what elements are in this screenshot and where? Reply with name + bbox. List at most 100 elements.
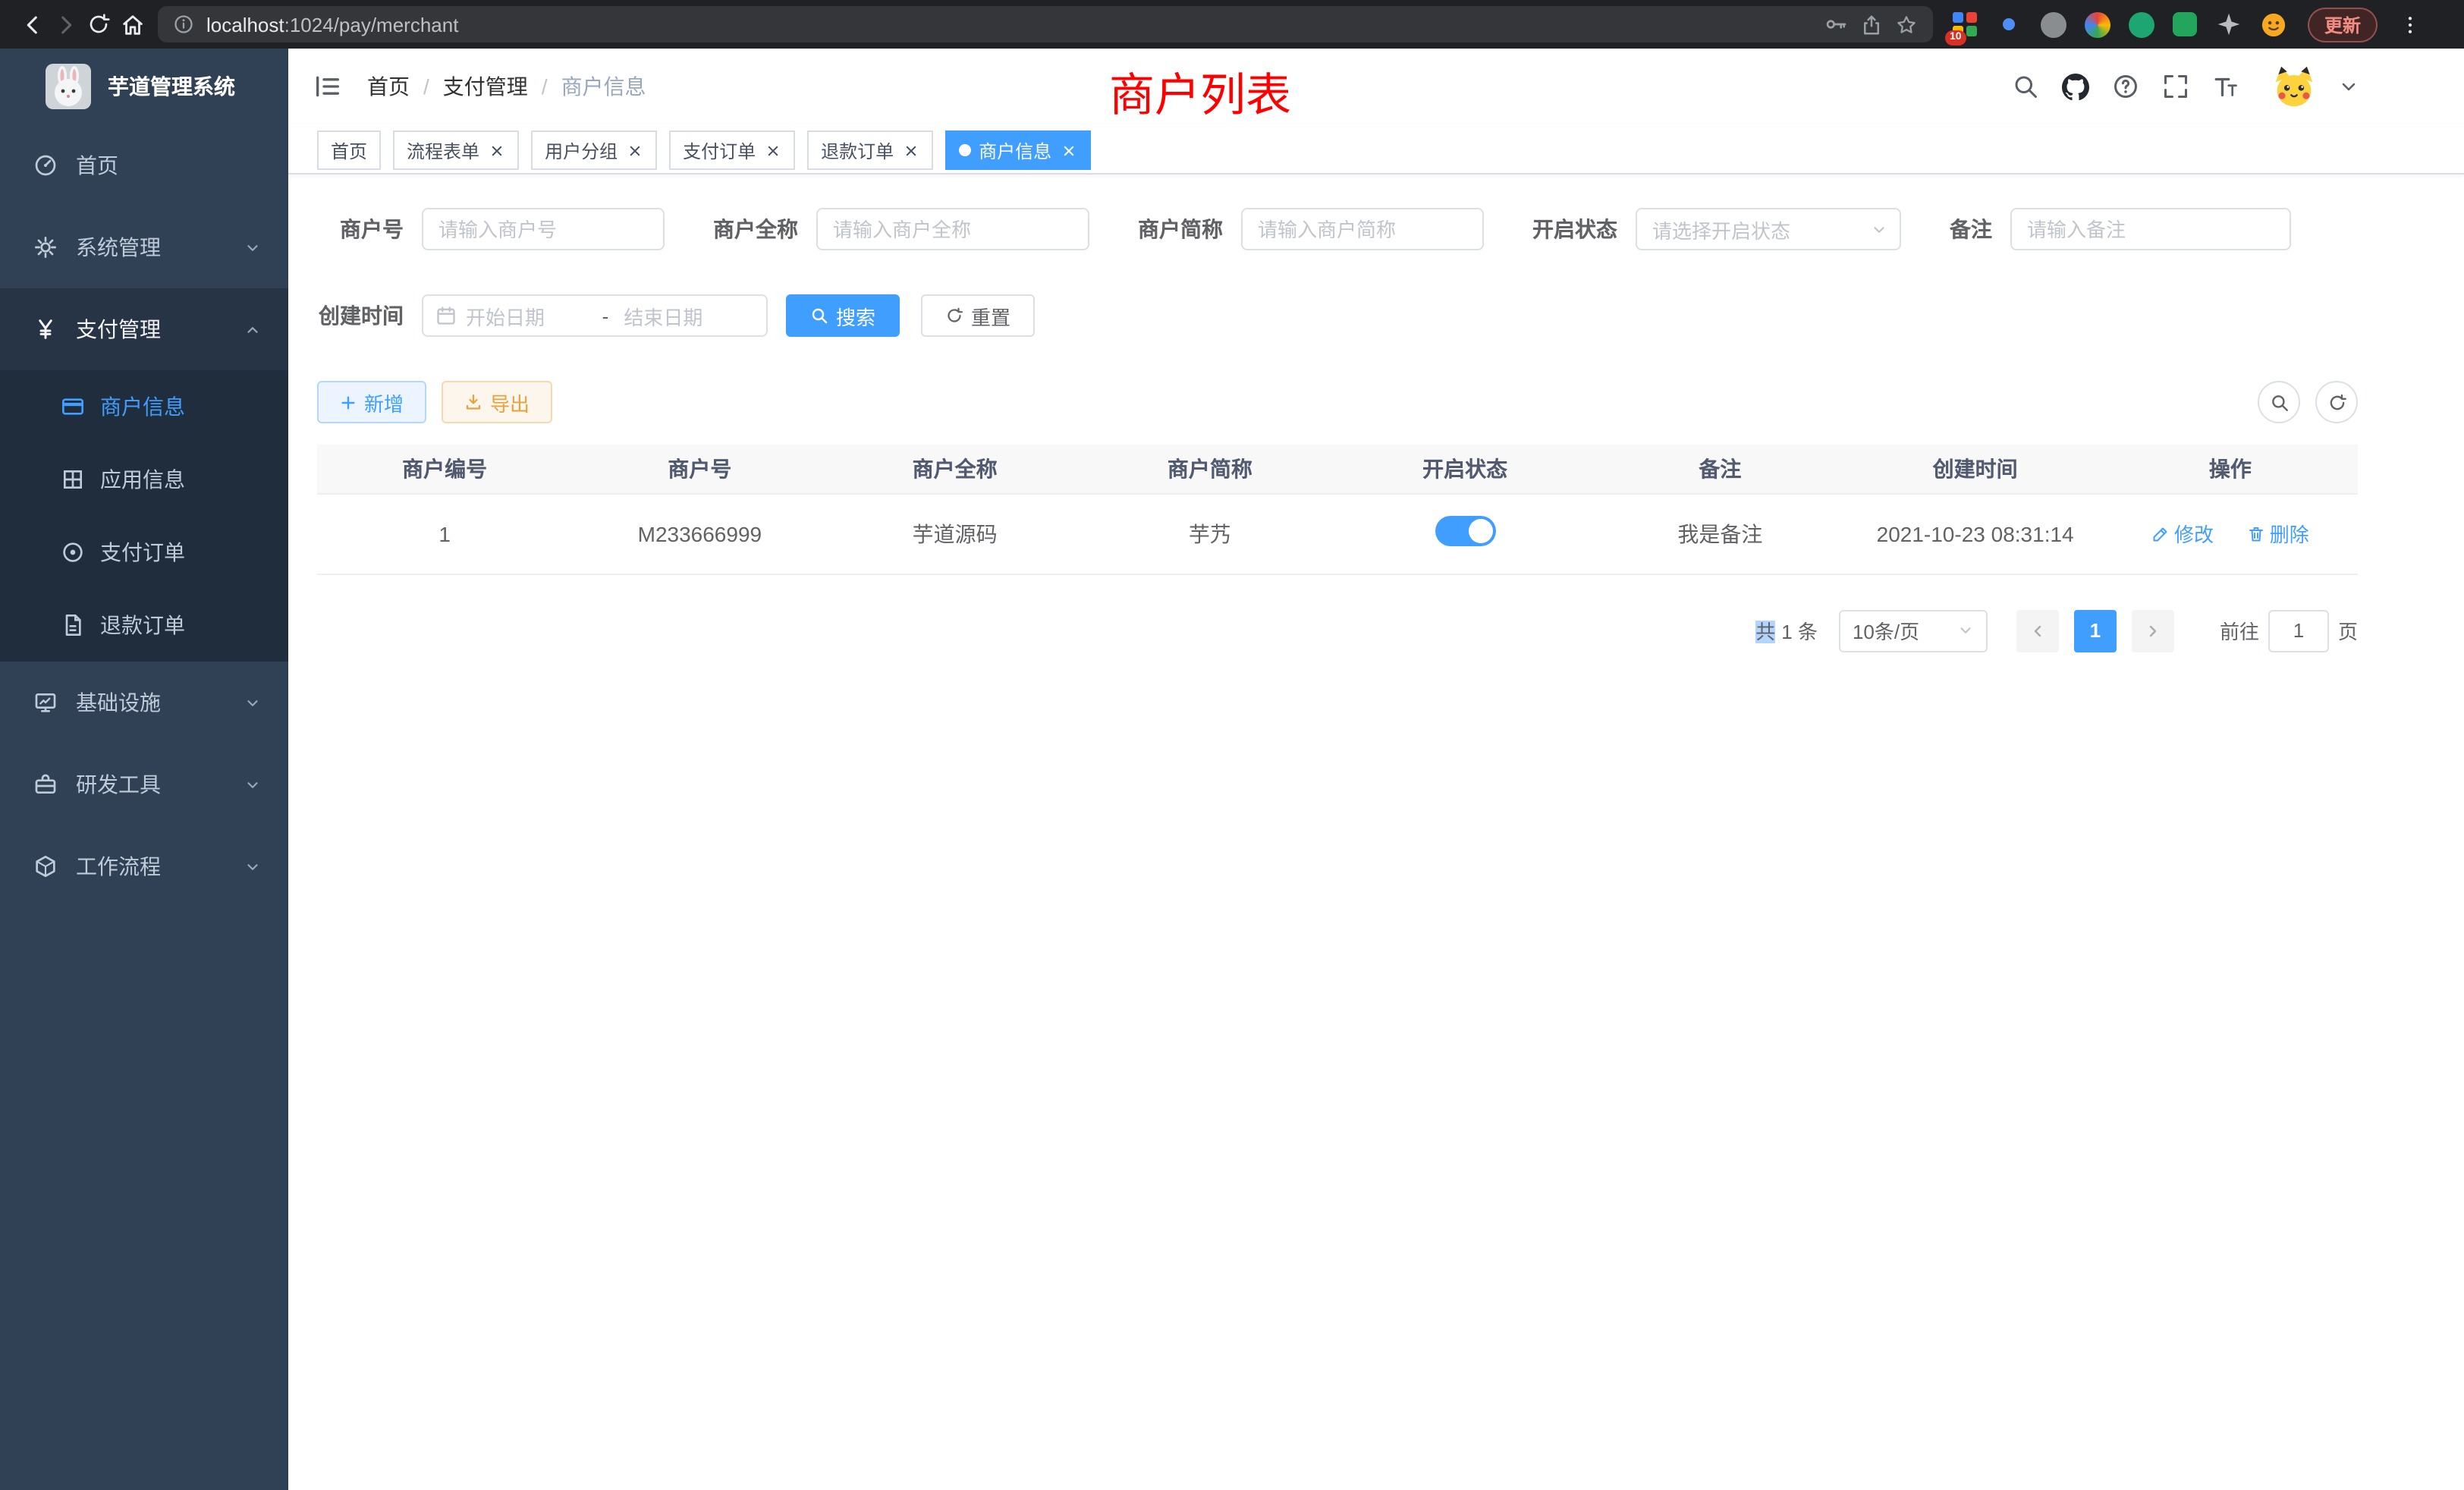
column-header: 商户简称 — [1083, 445, 1337, 493]
grid-icon — [61, 467, 85, 492]
user-avatar[interactable] — [2271, 64, 2317, 109]
date-start-placeholder[interactable]: 开始日期 — [457, 301, 596, 330]
sidebar-item-pay-orders[interactable]: 支付订单 — [0, 516, 288, 589]
toolbox-icon — [33, 772, 58, 797]
sidebar-item-label: 应用信息 — [100, 464, 185, 495]
browser-update-button[interactable]: 更新 — [2308, 7, 2378, 42]
payment-submenu: 商户信息 应用信息 支付订单 — [0, 370, 288, 662]
remark-label: 备注 — [1950, 214, 1992, 244]
table-toolbar: 新增 导出 — [317, 381, 2358, 423]
status-select[interactable]: 请选择开启状态 — [1636, 208, 1901, 250]
app-logo: 芋道管理系统 — [0, 49, 288, 124]
browser-extension-icon[interactable] — [2259, 11, 2286, 38]
hamburger-icon[interactable] — [313, 71, 343, 102]
sidebar-item-workflow[interactable]: 工作流程 — [0, 825, 288, 907]
create-time-label: 创建时间 — [317, 300, 404, 331]
export-button[interactable]: 导出 — [442, 381, 552, 423]
caret-down-icon[interactable] — [2340, 73, 2358, 100]
share-icon[interactable] — [1860, 13, 1883, 36]
column-header: 创建时间 — [1848, 445, 2103, 493]
add-button[interactable]: 新增 — [317, 381, 426, 423]
remark-input[interactable] — [2010, 208, 2291, 250]
edit-button[interactable]: 修改 — [2151, 519, 2214, 548]
cell-create-time: 2021-10-23 08:31:14 — [1848, 493, 2103, 574]
prev-page-button[interactable] — [2016, 609, 2059, 652]
page-number-button[interactable]: 1 — [2074, 609, 2117, 652]
close-icon[interactable] — [487, 141, 505, 159]
next-page-button[interactable] — [2132, 609, 2174, 652]
tab-user-group[interactable]: 用户分组 — [531, 130, 657, 170]
close-icon[interactable] — [763, 141, 781, 159]
refresh-button[interactable] — [2315, 381, 2358, 423]
sidebar-item-label: 支付订单 — [100, 537, 185, 567]
font-size-icon[interactable] — [2212, 73, 2239, 100]
tab-process-form[interactable]: 流程表单 — [393, 130, 519, 170]
password-key-icon[interactable] — [1824, 12, 1848, 36]
content: 商户号 商户全称 商户简称 开启状态 请选择开启状态 备注 创 — [288, 174, 2464, 652]
sidebar-item-label: 商户信息 — [100, 391, 185, 422]
sidebar-item-label: 退款订单 — [100, 610, 185, 640]
browser-extension-icon[interactable] — [2127, 11, 2154, 38]
column-header: 商户全称 — [828, 445, 1083, 493]
address-bar[interactable]: localhost:1024/pay/merchant — [158, 6, 1933, 42]
sidebar-item-infrastructure[interactable]: 基础设施 — [0, 662, 288, 743]
browser-extension-icon[interactable] — [2171, 11, 2198, 38]
merchant-no-input[interactable] — [422, 208, 665, 250]
reset-button[interactable]: 重置 — [921, 294, 1035, 337]
tab-refund-orders[interactable]: 退款订单 — [807, 130, 933, 170]
goto-unit: 页 — [2338, 616, 2358, 645]
merchant-name-input[interactable] — [816, 208, 1089, 250]
filter-row-1: 商户号 商户全称 商户简称 开启状态 请选择开启状态 备注 — [317, 208, 2358, 250]
sidebar-item-refund-orders[interactable]: 退款订单 — [0, 589, 288, 662]
tab-merchant-info[interactable]: 商户信息 — [945, 130, 1091, 170]
sidebar-item-system[interactable]: 系统管理 — [0, 206, 288, 288]
column-header: 操作 — [2103, 445, 2358, 493]
sidebar-item-app-info[interactable]: 应用信息 — [0, 443, 288, 516]
page-size-select[interactable]: 10条/页 — [1839, 609, 1988, 652]
sidebar-item-payment[interactable]: 支付管理 — [0, 288, 288, 370]
close-icon[interactable] — [625, 141, 643, 159]
search-icon[interactable] — [2012, 73, 2039, 100]
sidebar-item-home[interactable]: 首页 — [0, 124, 288, 206]
main-area: 商户列表 首页 / 支付管理 / 商户信息 — [288, 49, 2464, 1490]
browser-extension-icon[interactable] — [2215, 11, 2242, 38]
help-icon[interactable] — [2112, 73, 2139, 100]
tags-view: 首页 流程表单 用户分组 支付订单 退款订单 商户信息 — [288, 124, 2464, 174]
monitor-icon — [33, 690, 58, 715]
date-end-placeholder[interactable]: 结束日期 — [614, 301, 754, 330]
back-icon[interactable] — [15, 8, 49, 41]
extensions-grid-icon[interactable]: 10 — [1951, 11, 1978, 38]
breadcrumb-item[interactable]: 支付管理 — [443, 71, 528, 102]
toggle-search-button[interactable] — [2258, 381, 2300, 423]
search-button[interactable]: 搜索 — [786, 294, 900, 337]
close-icon[interactable] — [901, 141, 919, 159]
fullscreen-icon[interactable] — [2162, 73, 2189, 100]
site-info-icon[interactable] — [173, 14, 194, 35]
reload-icon[interactable] — [82, 8, 115, 41]
browser-toolbar: localhost:1024/pay/merchant 10 — [0, 0, 2464, 49]
sidebar-item-merchant-info[interactable]: 商户信息 — [0, 370, 288, 443]
sidebar-item-dev-tools[interactable]: 研发工具 — [0, 743, 288, 825]
bookmark-star-icon[interactable] — [1895, 13, 1918, 36]
home-icon[interactable] — [115, 8, 149, 41]
merchant-short-input[interactable] — [1241, 208, 1484, 250]
cell-remark: 我是备注 — [1592, 493, 1847, 574]
forward-icon[interactable] — [49, 8, 82, 41]
sidebar-item-label: 研发工具 — [76, 769, 161, 800]
github-icon[interactable] — [2062, 73, 2089, 100]
merchant-short-label: 商户简称 — [1138, 214, 1223, 244]
goto-page-input[interactable] — [2268, 609, 2329, 652]
browser-menu-icon[interactable] — [2393, 8, 2426, 41]
tab-pay-orders[interactable]: 支付订单 — [669, 130, 795, 170]
breadcrumb-separator: / — [542, 74, 548, 99]
status-toggle[interactable] — [1435, 516, 1495, 546]
breadcrumb-item[interactable]: 首页 — [367, 71, 410, 102]
delete-button[interactable]: 删除 — [2247, 519, 2309, 548]
tab-home[interactable]: 首页 — [317, 130, 381, 170]
date-range-picker[interactable]: 开始日期 - 结束日期 — [422, 294, 768, 337]
close-icon[interactable] — [1059, 141, 1077, 159]
column-header: 商户编号 — [317, 445, 572, 493]
browser-extension-icon[interactable] — [2083, 11, 2110, 38]
browser-extension-icon[interactable] — [2039, 11, 2066, 38]
sidebar-item-label: 系统管理 — [76, 232, 161, 262]
